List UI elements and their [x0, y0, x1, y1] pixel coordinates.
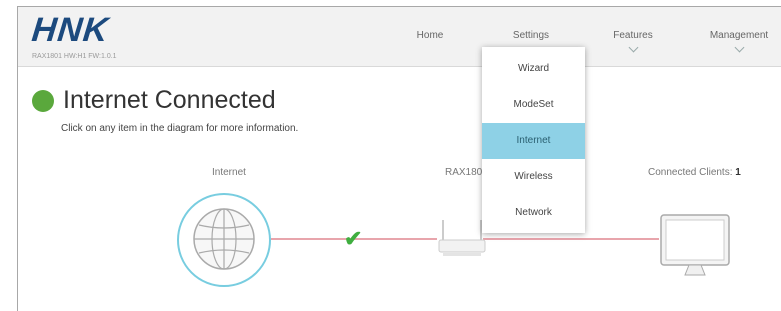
clients-label-text: Connected Clients: — [648, 167, 733, 178]
chevron-down-icon — [734, 42, 744, 53]
internet-label: Internet — [212, 167, 246, 178]
settings-dropdown-menu: Wizard ModeSet Internet Wireless Network — [482, 47, 585, 233]
check-icon: ✔ — [344, 226, 363, 251]
menu-item-wizard[interactable]: Wizard — [482, 51, 585, 87]
monitor-icon[interactable] — [659, 213, 731, 281]
globe-icon[interactable] — [192, 207, 256, 271]
status-indicator-icon — [32, 90, 54, 112]
nav-management[interactable]: Management — [707, 30, 771, 53]
clients-label: Connected Clients: 1 — [648, 167, 741, 178]
nav-home[interactable]: Home — [415, 30, 445, 41]
clients-count: 1 — [735, 167, 741, 178]
nav-settings-label: Settings — [512, 30, 550, 41]
status-text: Internet Connected — [63, 86, 276, 114]
nav-home-label: Home — [416, 30, 444, 41]
diagram-hint: Click on any item in the diagram for mor… — [61, 123, 299, 134]
menu-item-internet[interactable]: Internet — [482, 123, 585, 159]
nav-features[interactable]: Features — [611, 30, 655, 53]
brand-logo[interactable]: HNK — [30, 11, 111, 50]
nav-features-label: Features — [613, 30, 653, 41]
nav-settings[interactable]: Settings — [509, 30, 553, 41]
router-admin-window: HNK RAX1801 HW:H1 FW:1.0.1 Home Settings… — [17, 6, 781, 311]
menu-item-wireless[interactable]: Wireless — [482, 159, 585, 195]
router-icon[interactable] — [437, 218, 487, 258]
top-header: HNK RAX1801 HW:H1 FW:1.0.1 Home Settings… — [18, 7, 781, 67]
menu-item-modeset[interactable]: ModeSet — [482, 87, 585, 123]
chevron-down-icon — [628, 42, 638, 53]
firmware-info: RAX1801 HW:H1 FW:1.0.1 — [32, 53, 117, 60]
nav-management-label: Management — [709, 30, 769, 41]
clients-link-line — [483, 238, 659, 240]
menu-item-network[interactable]: Network — [482, 195, 585, 231]
